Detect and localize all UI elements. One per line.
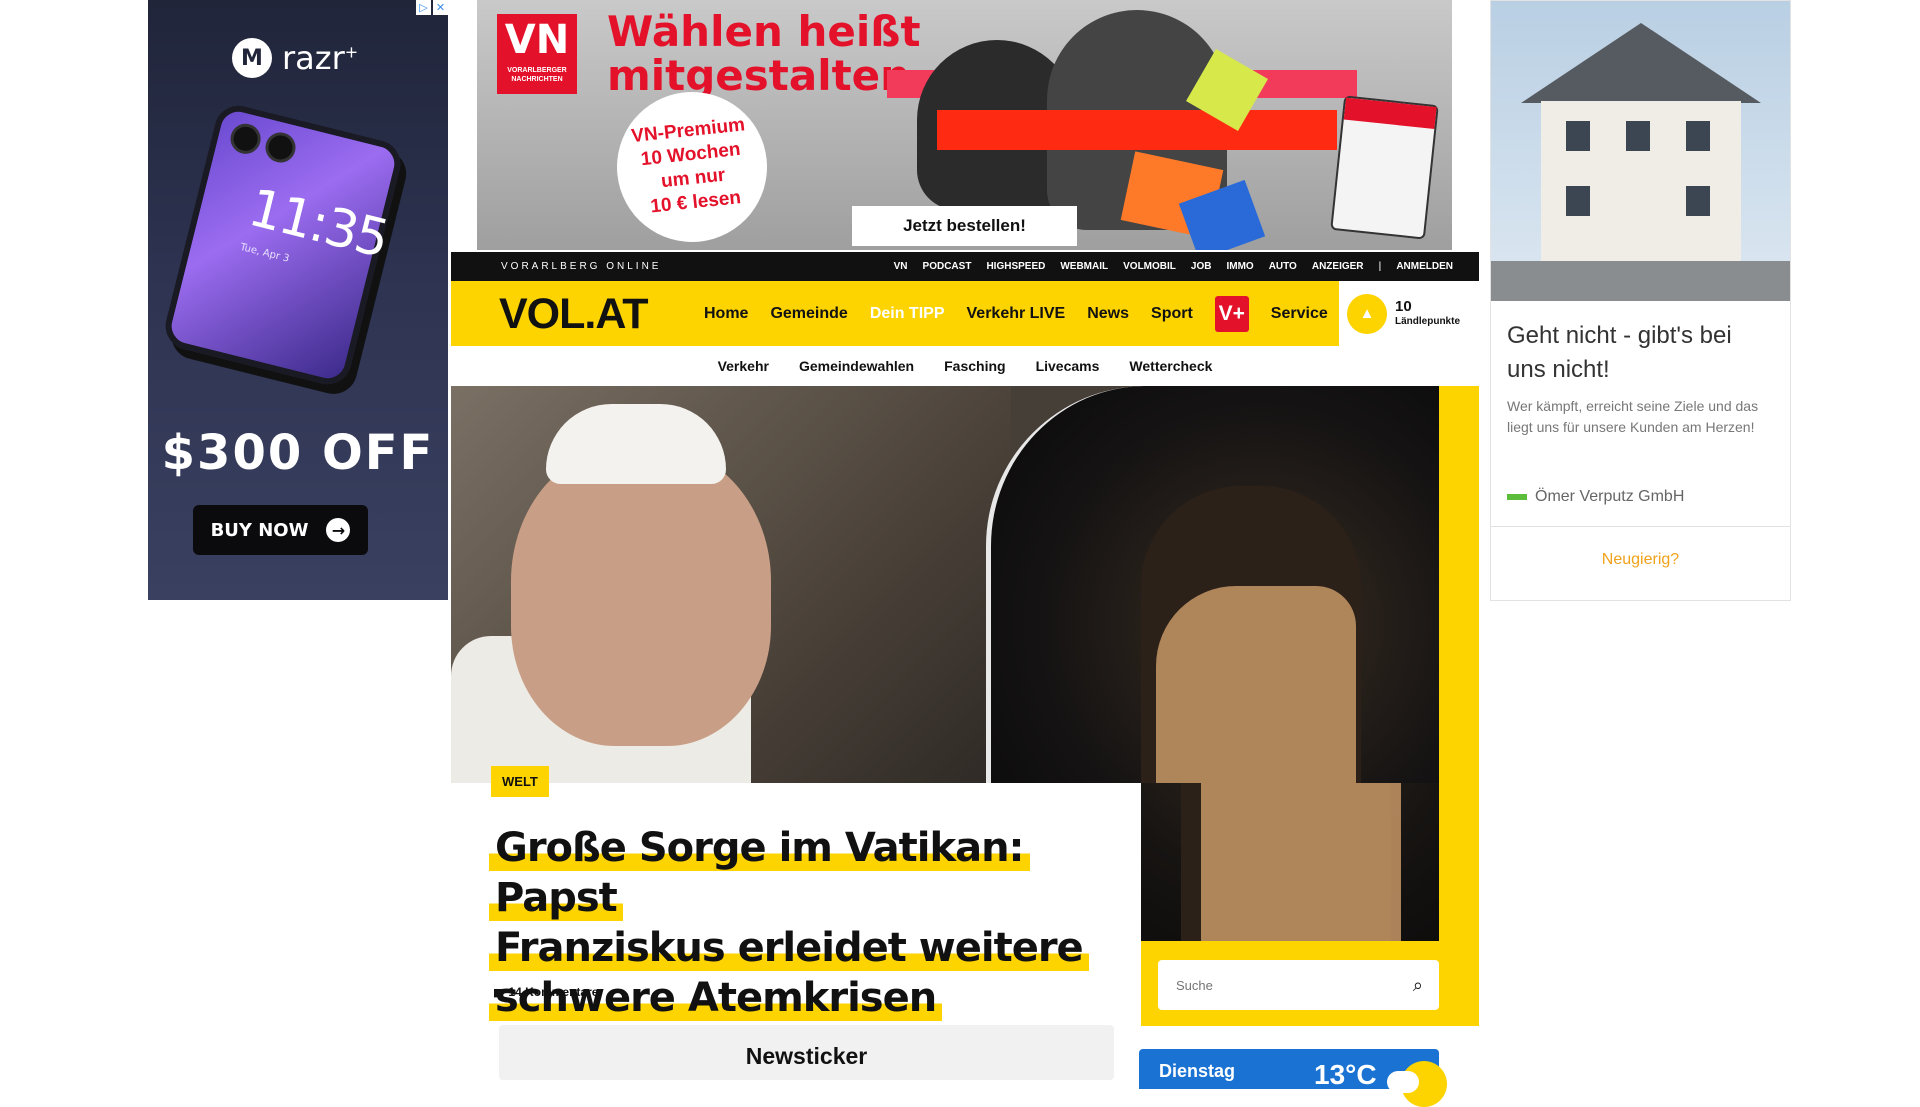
ad-brand-name: razr bbox=[282, 39, 345, 77]
top-link-highspeed[interactable]: HIGHSPEED bbox=[986, 261, 1045, 272]
vn-logo-text: VN bbox=[504, 17, 570, 63]
points-label: Ländlepunkte bbox=[1395, 315, 1461, 327]
ad-offer: $300 OFF bbox=[161, 425, 435, 481]
comment-icon: ■ bbox=[493, 985, 504, 999]
cloud-icon bbox=[1387, 1071, 1419, 1093]
mountain-icon: ▲ bbox=[1347, 293, 1387, 334]
nav-item-gemeinde[interactable]: Gemeinde bbox=[770, 305, 847, 323]
newsticker-header: Newsticker bbox=[499, 1025, 1114, 1080]
site-logo[interactable]: VOL.AT bbox=[499, 289, 648, 339]
hero-image-pope bbox=[451, 386, 1011, 783]
sub-nav-wettercheck[interactable]: Wettercheck bbox=[1129, 358, 1212, 374]
sub-nav-verkehr[interactable]: Verkehr bbox=[718, 358, 769, 374]
ad-description: Wer kämpft, erreicht seine Ziele und das… bbox=[1507, 398, 1759, 435]
top-link-job[interactable]: JOB bbox=[1191, 261, 1212, 272]
top-link-immo[interactable]: IMMO bbox=[1226, 261, 1253, 272]
weather-widget[interactable]: Dienstag 13°C bbox=[1139, 1049, 1447, 1107]
buy-now-label: BUY NOW bbox=[210, 519, 309, 541]
banner-offer-circle: VN-Premium 10 Wochen um nur 10 € lesen bbox=[609, 84, 775, 250]
house-image bbox=[1491, 1, 1790, 301]
ad-brand-sup: + bbox=[344, 42, 359, 62]
banner-headline: Wählen heißt mitgestalten bbox=[607, 7, 921, 100]
vplus-button[interactable]: V+ bbox=[1214, 295, 1249, 332]
ad-title[interactable]: Geht nicht - gibt's bei uns nicht! bbox=[1507, 319, 1777, 387]
phone-image: 11:35 Tue, Apr 3 bbox=[160, 100, 406, 390]
category-badge[interactable]: WELT bbox=[491, 766, 549, 797]
ad-cta-link[interactable]: Neugierig? bbox=[1491, 551, 1790, 569]
banner-order-button[interactable]: Jetzt bestellen! bbox=[852, 206, 1077, 246]
hero-image-nun bbox=[986, 386, 1439, 783]
sub-nav-gemeindewahlen[interactable]: Gemeindewahlen bbox=[799, 358, 914, 374]
sub-nav-livecams[interactable]: Livecams bbox=[1036, 358, 1100, 374]
sponsor-name: Ömer Verputz GmbH bbox=[1535, 488, 1685, 505]
top-bar: VORARLBERG ONLINE VN PODCAST HIGHSPEED W… bbox=[451, 252, 1479, 281]
nav-item-news[interactable]: News bbox=[1087, 305, 1129, 323]
buy-now-button[interactable]: BUY NOW → bbox=[193, 505, 368, 555]
nav-items: Home Gemeinde Dein TIPP Verkehr LIVE New… bbox=[704, 281, 1328, 346]
points-widget[interactable]: ▲ 10 Ländlepunkte bbox=[1339, 281, 1479, 346]
adchoices[interactable]: ▷ ✕ bbox=[416, 0, 448, 15]
search-icon[interactable]: ⌕ bbox=[1413, 975, 1423, 996]
motorola-brand: M razr+ bbox=[232, 38, 358, 78]
right-advertisement[interactable]: Geht nicht - gibt's bei uns nicht! Wer k… bbox=[1490, 0, 1791, 601]
weather-temperature: 13°C bbox=[1314, 1059, 1377, 1090]
search-box: ⌕ bbox=[1158, 960, 1439, 1010]
newspaper-tablet-image bbox=[1330, 95, 1439, 240]
comments-link[interactable]: ■ 14 Kommentare bbox=[493, 985, 598, 999]
search-input[interactable] bbox=[1174, 976, 1413, 994]
nav-item-sport[interactable]: Sport bbox=[1151, 305, 1193, 323]
divider bbox=[1491, 526, 1790, 527]
site-label: VORARLBERG ONLINE bbox=[501, 261, 662, 272]
nav-item-service[interactable]: Service bbox=[1271, 305, 1328, 323]
phone-cameras bbox=[227, 120, 299, 166]
top-link-auto[interactable]: AUTO bbox=[1269, 261, 1297, 272]
sponsor-logo-icon bbox=[1507, 494, 1527, 500]
top-link-separator: | bbox=[1378, 261, 1382, 272]
sub-navigation: Verkehr Gemeindewahlen Fasching Livecams… bbox=[451, 346, 1479, 386]
top-links: VN PODCAST HIGHSPEED WEBMAIL VOLMOBIL JO… bbox=[894, 252, 1453, 281]
adchoices-icon[interactable]: ▷ bbox=[416, 0, 431, 15]
top-link-anzeiger[interactable]: ANZEIGER bbox=[1312, 261, 1364, 272]
nav-item-home[interactable]: Home bbox=[704, 305, 748, 323]
hero-image[interactable] bbox=[451, 386, 1439, 783]
ad-sponsor: Ömer Verputz GmbH bbox=[1507, 488, 1684, 506]
nav-item-dein-tipp[interactable]: Dein TIPP bbox=[870, 305, 945, 323]
top-link-vn[interactable]: VN bbox=[894, 261, 908, 272]
motorola-logo-icon: M bbox=[232, 38, 272, 78]
comments-count: 14 Kommentare bbox=[508, 985, 599, 999]
top-banner-ad[interactable]: VN VORARLBERGER NACHRICHTEN Wählen heißt… bbox=[477, 0, 1452, 250]
top-link-podcast[interactable]: PODCAST bbox=[923, 261, 972, 272]
top-link-volmobil[interactable]: VOLMOBIL bbox=[1123, 261, 1176, 272]
weather-day: Dienstag bbox=[1159, 1061, 1236, 1081]
nav-item-verkehr-live[interactable]: Verkehr LIVE bbox=[967, 305, 1066, 323]
vn-logo: VN VORARLBERGER NACHRICHTEN bbox=[497, 14, 577, 94]
arrow-right-icon: → bbox=[326, 518, 351, 542]
left-advertisement[interactable]: ▷ ✕ M razr+ 11:35 Tue, Apr 3 $300 OFF BU… bbox=[148, 0, 448, 600]
main-article: WELT Große Sorge im Vatikan: Papst Franz… bbox=[451, 766, 1141, 1080]
vn-logo-sub: VORARLBERGER NACHRICHTEN bbox=[507, 67, 567, 83]
main-navigation: VOL.AT Home Gemeinde Dein TIPP Verkehr L… bbox=[451, 281, 1479, 346]
sub-nav-fasching[interactable]: Fasching bbox=[944, 358, 1005, 374]
top-link-webmail[interactable]: WEBMAIL bbox=[1060, 261, 1108, 272]
login-link[interactable]: ANMELDEN bbox=[1396, 261, 1453, 272]
close-icon[interactable]: ✕ bbox=[433, 0, 448, 15]
points-value: 10 bbox=[1395, 297, 1412, 315]
